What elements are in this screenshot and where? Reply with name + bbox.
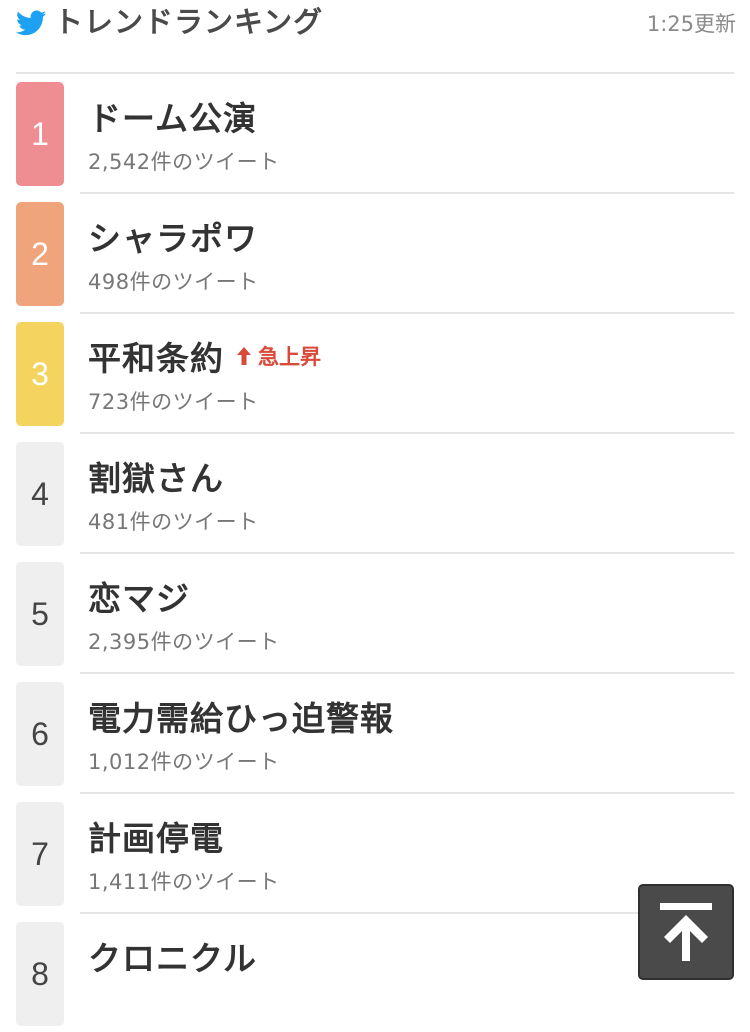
header: トレンドランキング 1:25更新 <box>0 0 750 50</box>
trend-title[interactable]: 平和条約 <box>88 332 224 380</box>
tweet-count: 1,411件のツイート <box>88 870 280 894</box>
tweet-count: 481件のツイート <box>88 510 259 534</box>
rising-arrow-icon <box>237 347 251 365</box>
rank-badge: 5 <box>16 562 64 666</box>
trend-title-line: 計画停電 <box>88 812 224 860</box>
trend-title-line: クロニクル <box>88 932 257 980</box>
trend-row[interactable]: 5 恋マジ 2,395件のツイート <box>0 552 750 672</box>
rank-badge: 3 <box>16 322 64 426</box>
tweet-count: 723件のツイート <box>88 390 259 414</box>
trend-title[interactable]: 割獄さん <box>88 452 224 500</box>
trend-title-line: ドーム公演 <box>88 92 257 140</box>
trend-row[interactable]: 4 割獄さん 481件のツイート <box>0 432 750 552</box>
rank-badge: 1 <box>16 82 64 186</box>
rank-badge: 2 <box>16 202 64 306</box>
tweet-count: 498件のツイート <box>88 270 259 294</box>
trend-title[interactable]: 計画停電 <box>88 812 224 860</box>
trend-title[interactable]: ドーム公演 <box>88 92 257 140</box>
trend-title-line: 割獄さん <box>88 452 224 500</box>
trend-row[interactable]: 3 平和条約 急上昇 723件のツイート <box>0 312 750 432</box>
rising-label: 急上昇 <box>258 345 321 369</box>
rank-badge: 8 <box>16 922 64 1026</box>
page-title: トレンドランキング <box>54 5 324 39</box>
arrow-up-to-top-icon <box>660 903 712 961</box>
rising-badge: 急上昇 <box>236 341 321 371</box>
trend-title[interactable]: 恋マジ <box>88 572 190 620</box>
trend-row[interactable]: 6 電力需給ひっ迫警報 1,012件のツイート <box>0 672 750 792</box>
updated-time: 1:25更新 <box>646 12 736 36</box>
rank-badge: 6 <box>16 682 64 786</box>
rank-badge: 4 <box>16 442 64 546</box>
rank-badge: 7 <box>16 802 64 906</box>
trend-title-line: 電力需給ひっ迫警報 <box>88 692 394 740</box>
trend-title[interactable]: シャラポワ <box>88 212 258 260</box>
trend-title[interactable]: クロニクル <box>88 932 257 980</box>
trend-title[interactable]: 電力需給ひっ迫警報 <box>88 692 394 740</box>
trend-row[interactable]: 2 シャラポワ 498件のツイート <box>0 192 750 312</box>
trend-title-line: シャラポワ <box>88 212 258 260</box>
trend-row[interactable]: 1 ドーム公演 2,542件のツイート <box>0 72 750 192</box>
tweet-count: 2,395件のツイート <box>88 630 280 654</box>
scroll-to-top-button[interactable] <box>638 884 734 980</box>
trend-title-line: 恋マジ <box>88 572 190 620</box>
trend-title-line: 平和条約 急上昇 <box>88 332 321 380</box>
tweet-count: 2,542件のツイート <box>88 150 280 174</box>
twitter-bird-icon <box>16 10 46 36</box>
tweet-count: 1,012件のツイート <box>88 750 280 774</box>
